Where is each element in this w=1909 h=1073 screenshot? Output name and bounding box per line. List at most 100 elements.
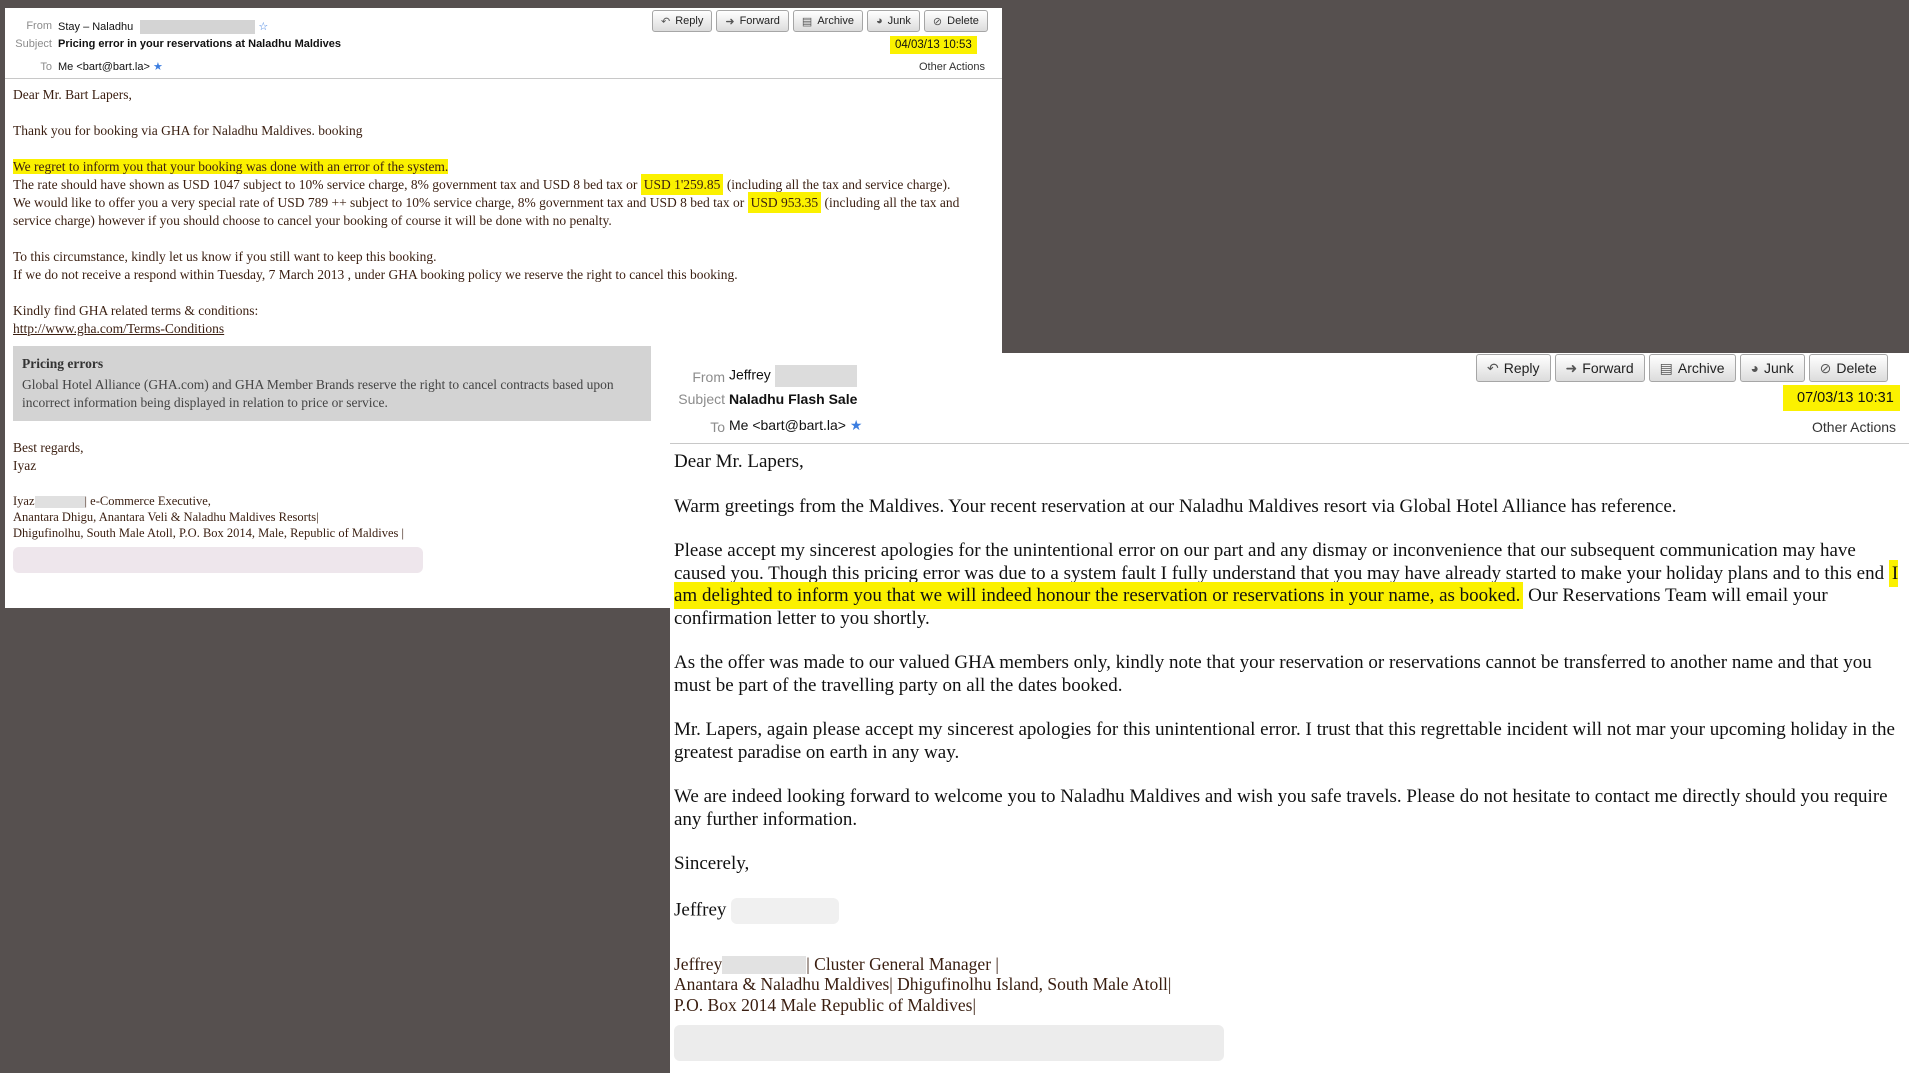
sig-title: | e-Commerce Executive,: [84, 494, 211, 508]
highlighted-offer-amount: USD 953.35: [747, 192, 822, 213]
star-icon[interactable]: ☆: [258, 21, 268, 33]
delete-label: Delete: [947, 15, 979, 27]
sig-name: Jeffrey: [674, 953, 723, 974]
from-field[interactable]: Stay – Naladhu ☆: [58, 20, 268, 35]
to-field[interactable]: Me <bart@bart.la> ★: [58, 60, 163, 73]
sender-name: Jeffrey: [674, 898, 727, 920]
to-label: To: [710, 419, 725, 435]
again-paragraph: Mr. Lapers, again please accept my since…: [674, 719, 1895, 763]
pricing-errors-title: Pricing errors: [22, 356, 104, 371]
sig-line-3: P.O. Box 2014 Male Republic of Maldives|: [674, 994, 976, 1015]
junk-label: Junk: [1764, 360, 1794, 376]
sig-line-2: Anantara Dhigu, Anantara Veli & Naladhu …: [13, 510, 319, 524]
sig-title: | Cluster General Manager |: [806, 953, 999, 974]
archive-button[interactable]: ▤ Archive: [792, 10, 863, 32]
redacted-block: [140, 20, 256, 35]
archive-label: Archive: [817, 15, 854, 27]
highlighted-rate-amount: USD 1'259.85: [640, 174, 724, 195]
message-toolbar: ↶ Reply ➜ Forward ▤ Archive ◕ Junk ⊘ Delete: [1476, 354, 1888, 382]
blurred-block: [731, 897, 840, 924]
reply-label: Reply: [675, 15, 704, 27]
delete-label: Delete: [1836, 360, 1877, 376]
subject-value: Naladhu Flash Sale: [729, 391, 858, 407]
forward-label: Forward: [739, 15, 780, 27]
redacted-block: [34, 496, 85, 509]
forward-button[interactable]: ➜ Forward: [716, 10, 789, 32]
message-date: 07/03/13 10:31: [1783, 385, 1900, 411]
sender-line: Jeffrey: [674, 897, 1906, 924]
rate-text-end: (including all the tax and service charg…: [726, 177, 951, 192]
subject-value: Pricing error in your reservations at Na…: [58, 38, 342, 50]
offer-text: We would like to offer you a very specia…: [13, 195, 745, 210]
greeting: Dear Mr. Lapers,: [674, 451, 804, 472]
terms-intro: Kindly find GHA related terms & conditio…: [13, 303, 259, 318]
delete-button[interactable]: ⊘ Delete: [1808, 354, 1888, 382]
delete-icon: ⊘: [932, 15, 943, 28]
circumstance-paragraph: To this circumstance, kindly let us know…: [13, 248, 993, 284]
to-value: Me <bart@bart.la>: [58, 61, 150, 73]
sig-line-3: Dhigufinolhu, South Male Atoll, P.O. Box…: [13, 526, 405, 540]
archive-icon: ▤: [801, 15, 813, 28]
other-actions-menu[interactable]: Other Actions: [919, 61, 985, 73]
forward-paragraph: We are indeed looking forward to welcome…: [674, 786, 1888, 830]
pricing-errors-text: Global Hotel Alliance (GHA.com) and GHA …: [22, 377, 614, 410]
greeting: Dear Mr. Bart Lapers,: [13, 87, 132, 102]
junk-button[interactable]: ◕ Junk: [1739, 354, 1805, 382]
forward-icon: ➜: [725, 15, 735, 28]
reply-button[interactable]: ↶ Reply: [652, 10, 713, 32]
to-field[interactable]: Me <bart@bart.la> ★: [729, 417, 862, 434]
apology-text: Please accept my sincerest apologies for…: [674, 540, 1885, 584]
email-header: From Stay – Naladhu ☆ Subject Pricing er…: [5, 8, 1002, 79]
forward-icon: ➜: [1565, 359, 1578, 376]
from-label: From: [692, 369, 725, 385]
closing-text: Best regards,: [13, 440, 84, 455]
star-icon[interactable]: ★: [153, 61, 163, 73]
junk-icon: ◕: [876, 15, 883, 27]
message-date: 04/03/13 10:53: [890, 36, 977, 54]
signature: Jeffrey | Cluster General Manager | Anant…: [674, 954, 1906, 1016]
highlighted-regret: We regret to inform you that your bookin…: [13, 159, 449, 174]
archive-icon: ▤: [1659, 359, 1673, 376]
reply-label: Reply: [1503, 360, 1540, 376]
terms-paragraph: Kindly find GHA related terms & conditio…: [13, 302, 993, 338]
sig-name: Iyaz: [13, 494, 35, 508]
redacted-block: [722, 956, 807, 975]
from-value: Stay – Naladhu: [58, 21, 134, 33]
rate-text: The rate should have shown as USD 1047 s…: [13, 177, 638, 192]
reply-icon: ↶: [661, 15, 671, 28]
warm-paragraph: Warm greetings from the Maldives. Your r…: [674, 495, 1677, 517]
subject-label: Subject: [678, 391, 725, 407]
reply-button[interactable]: ↶ Reply: [1476, 354, 1551, 382]
delete-icon: ⊘: [1819, 359, 1832, 376]
closing: Sincerely,: [674, 853, 750, 874]
message-toolbar: ↶ Reply ➜ Forward ▤ Archive ◕ Junk ⊘ Delete: [652, 10, 988, 32]
redacted-block: [774, 365, 857, 387]
to-label: To: [40, 61, 52, 73]
deadline-text: If we do not receive a respond within Tu…: [13, 267, 738, 282]
junk-icon: ◕: [1750, 360, 1760, 376]
forward-button[interactable]: ➜ Forward: [1554, 354, 1645, 382]
from-value: Jeffrey: [729, 366, 771, 383]
other-actions-menu[interactable]: Other Actions: [1812, 419, 1896, 435]
archive-label: Archive: [1677, 360, 1725, 376]
apology-paragraph: Please accept my sincerest apologies for…: [674, 540, 1906, 630]
reply-icon: ↶: [1487, 359, 1499, 376]
thanks-paragraph: Thank you for booking via GHA for Naladh…: [13, 123, 363, 138]
to-value: Me <bart@bart.la>: [729, 417, 846, 433]
from-label: From: [26, 20, 52, 32]
junk-label: Junk: [887, 15, 911, 27]
regret-paragraph: We regret to inform you that your bookin…: [13, 158, 993, 230]
offer-paragraph: As the offer was made to our valued GHA …: [674, 652, 1872, 696]
archive-button[interactable]: ▤ Archive: [1648, 354, 1736, 382]
star-icon[interactable]: ★: [850, 417, 863, 433]
from-field[interactable]: Jeffrey: [729, 365, 857, 387]
forward-label: Forward: [1582, 360, 1634, 376]
junk-button[interactable]: ◕ Junk: [867, 10, 920, 32]
pricing-errors-box: Pricing errors Global Hotel Alliance (GH…: [13, 346, 651, 421]
circumstance-text: To this circumstance, kindly let us know…: [13, 249, 437, 264]
email-window-2: From Jeffrey Subject Naladhu Flash Sale …: [670, 353, 1909, 1073]
terms-link[interactable]: http://www.gha.com/Terms-Conditions: [13, 321, 224, 336]
subject-label: Subject: [15, 38, 52, 50]
delete-button[interactable]: ⊘ Delete: [923, 10, 988, 32]
email-body: Dear Mr. Lapers, Warm greetings from the…: [674, 451, 1906, 1062]
